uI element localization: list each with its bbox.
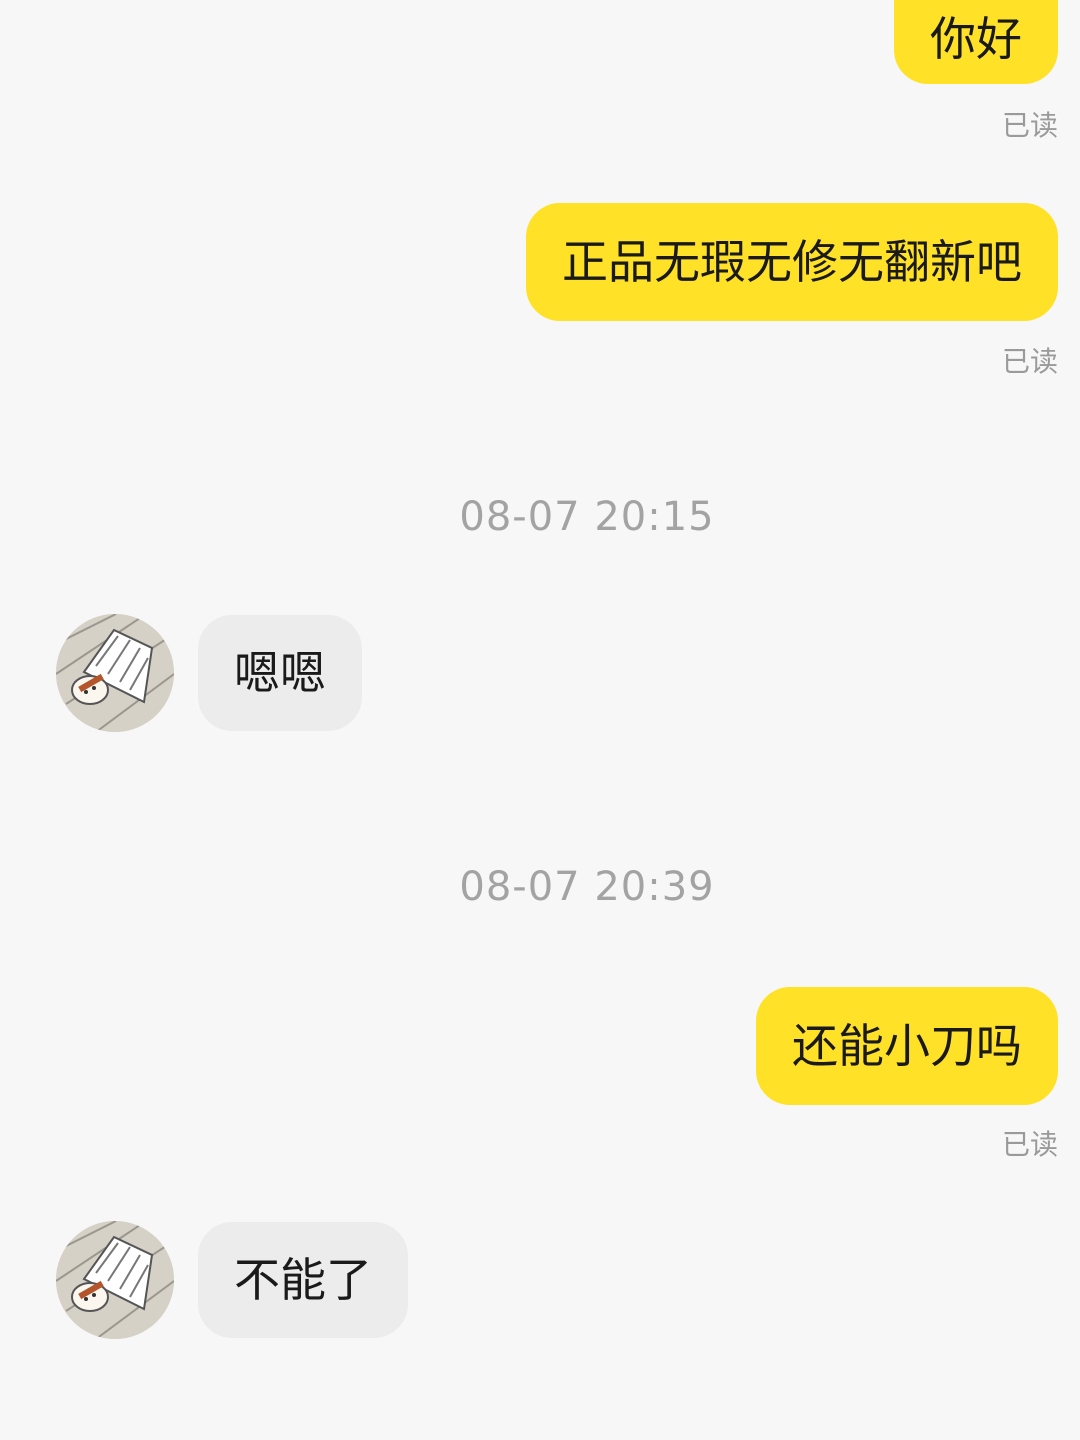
contact-avatar[interactable] bbox=[56, 614, 174, 732]
outgoing-message-bubble[interactable]: 还能小刀吗 bbox=[756, 987, 1058, 1105]
read-receipt: 已读 bbox=[1001, 345, 1058, 378]
incoming-message-bubble[interactable]: 不能了 bbox=[198, 1222, 408, 1338]
read-receipt: 已读 bbox=[1001, 109, 1058, 142]
message-text: 嗯嗯 bbox=[234, 646, 326, 700]
chat-thread[interactable]: 你好 已读 正品无瑕无修无翻新吧 已读 08-07 20:15 嗯嗯 08-07… bbox=[0, 0, 1080, 1440]
message-text: 你好 bbox=[930, 12, 1022, 66]
message-timestamp: 08-07 20:15 bbox=[459, 494, 715, 540]
message-text: 正品无瑕无修无翻新吧 bbox=[562, 235, 1022, 289]
message-timestamp: 08-07 20:39 bbox=[459, 864, 715, 910]
message-text: 不能了 bbox=[234, 1253, 372, 1307]
message-text: 还能小刀吗 bbox=[792, 1019, 1022, 1073]
outgoing-message-bubble[interactable]: 你好 bbox=[894, 0, 1058, 84]
read-receipt: 已读 bbox=[1001, 1128, 1058, 1161]
incoming-message-bubble[interactable]: 嗯嗯 bbox=[198, 615, 362, 731]
shuttlecock-avatar-icon bbox=[56, 1221, 174, 1339]
outgoing-message-bubble[interactable]: 正品无瑕无修无翻新吧 bbox=[526, 203, 1058, 321]
shuttlecock-avatar-icon bbox=[56, 614, 174, 732]
contact-avatar[interactable] bbox=[56, 1221, 174, 1339]
